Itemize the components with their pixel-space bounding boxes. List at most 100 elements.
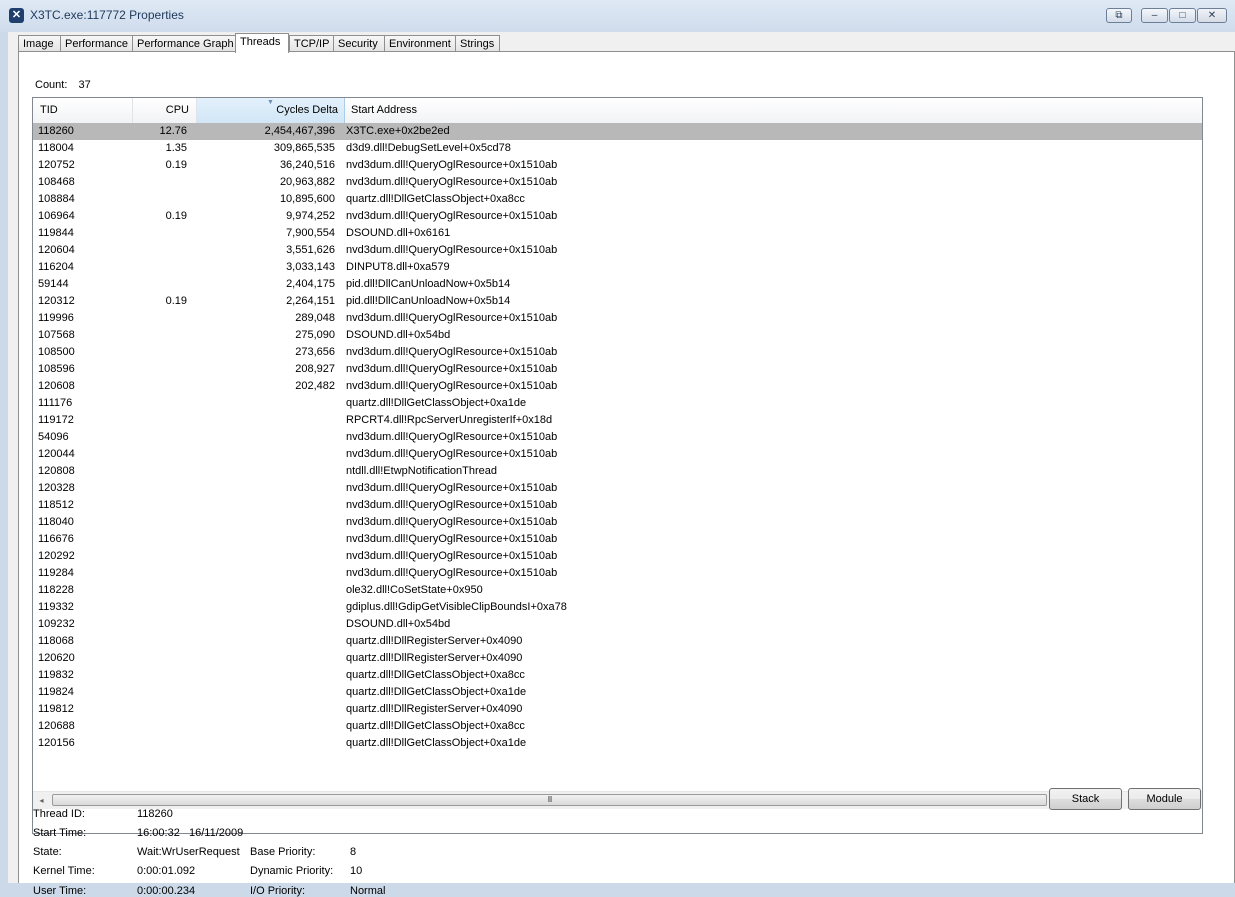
column-header-cpu[interactable]: CPU [133,98,197,123]
thread-tid-cell: 120156 [38,737,75,749]
table-row[interactable]: 54096 nvd3dum.dll!QueryOglResource+0x1510… [33,429,1202,446]
table-row[interactable]: 109232 DSOUND.dll+0x54bd [33,616,1202,633]
table-row[interactable]: 119172 RPCRT4.dll!RpcServerUnregisterIf+0… [33,412,1202,429]
table-row[interactable]: 106964 0.19 9,974,252 nvd3dum.dll!QueryOglR… [33,208,1202,225]
threads-list[interactable]: TID CPU ▼ Cycles Delta Start Address 118… [32,97,1203,834]
thread-tid-cell: 108468 [38,176,75,188]
tab-threads[interactable]: Threads [235,33,289,53]
thread-cycles-cell: 275,090 [295,329,335,341]
scroll-thumb[interactable]: III [52,794,1047,806]
tab-security[interactable]: Security [333,35,385,52]
thread-cycles-cell: 2,264,151 [286,295,335,307]
table-row[interactable]: 120752 0.19 36,240,516 nvd3dum.dll!QueryOgl… [33,157,1202,174]
table-row[interactable]: 107568 275,090 DSOUND.dll+0x54bd [33,327,1202,344]
table-row[interactable]: 118512 nvd3dum.dll!QueryOglResource+0x151… [33,497,1202,514]
maximize-button[interactable]: □ [1169,8,1196,23]
horizontal-scrollbar[interactable]: ◂ III ▸ [33,791,1202,809]
thread-address-cell: quartz.dll!DllGetClassObject+0xa8cc [346,193,525,205]
thread-address-cell: nvd3dum.dll!QueryOglResource+0x1510ab [346,448,558,460]
table-row[interactable]: 116204 3,033,143 DINPUT8.dll+0xa579 [33,259,1202,276]
table-row[interactable]: 108468 20,963,882 nvd3dum.dll!QueryOglReso… [33,174,1202,191]
thread-cycles-cell: 7,900,554 [286,227,335,239]
column-header-cycles-delta[interactable]: ▼ Cycles Delta [197,98,345,123]
table-row[interactable]: 108884 10,895,600 quartz.dll!DllGetClassOb… [33,191,1202,208]
scroll-left-arrow-icon[interactable]: ◂ [33,792,50,809]
table-row[interactable]: 120604 3,551,626 nvd3dum.dll!QueryOglResou… [33,242,1202,259]
table-row[interactable]: 119812 quartz.dll!DllRegisterServer+0x409… [33,701,1202,718]
tab-strings[interactable]: Strings [455,35,500,52]
column-header-start-address[interactable]: Start Address [345,98,1202,123]
thread-cycles-cell: 9,974,252 [286,210,335,222]
thread-cpu-cell: 0.19 [165,210,187,222]
table-row[interactable]: 111176 quartz.dll!DllGetClassObject+0xa1d… [33,395,1202,412]
table-row[interactable]: 119824 quartz.dll!DllGetClassObject+0xa1d… [33,684,1202,701]
thread-tid-cell: 118260 [38,125,74,137]
thread-address-cell: nvd3dum.dll!QueryOglResource+0x1510ab [346,176,558,188]
thread-address-cell: nvd3dum.dll!QueryOglResource+0x1510ab [346,567,558,579]
thread-tid-cell: 119824 [38,686,74,698]
table-row[interactable]: 118260 12.76 2,454,467,396 X3TC.exe+0x2be2e… [33,123,1202,140]
table-row[interactable]: 118040 nvd3dum.dll!QueryOglResource+0x151… [33,514,1202,531]
column-header-tid[interactable]: TID [33,98,133,123]
table-row[interactable]: 108596 208,927 nvd3dum.dll!QueryOglResourc… [33,361,1202,378]
thread-tid-cell: 59144 [38,278,69,290]
module-button[interactable]: Module [1128,788,1201,810]
thread-tid-cell: 108884 [38,193,75,205]
thread-address-cell: X3TC.exe+0x2be2ed [346,125,450,137]
tab-environment[interactable]: Environment [384,35,456,52]
table-row[interactable]: 118004 1.35 309,865,535 d3d9.dll!DebugSetLe… [33,140,1202,157]
thread-address-cell: nvd3dum.dll!QueryOglResource+0x1510ab [346,533,558,545]
thread-tid-cell: 119844 [38,227,74,239]
thread-tid-cell: 116676 [38,533,74,545]
table-row[interactable]: 118068 quartz.dll!DllRegisterServer+0x409… [33,633,1202,650]
table-row[interactable]: 118228 ole32.dll!CoSetState+0x950 [33,582,1202,599]
table-row[interactable]: 119832 quartz.dll!DllGetClassObject+0xa8c… [33,667,1202,684]
table-row[interactable]: 108500 273,656 nvd3dum.dll!QueryOglResourc… [33,344,1202,361]
table-row[interactable]: 119996 289,048 nvd3dum.dll!QueryOglResourc… [33,310,1202,327]
tab-tcpip[interactable]: TCP/IP [289,35,334,52]
thread-tid-cell: 120292 [38,550,75,562]
stack-button[interactable]: Stack [1049,788,1122,810]
kernel-time-value: 0:00:01.092 [137,865,196,877]
table-row[interactable]: 59144 2,404,175 pid.dll!DllCanUnloadNow+0x… [33,276,1202,293]
table-row[interactable]: 119284 nvd3dum.dll!QueryOglResource+0x151… [33,565,1202,582]
table-row[interactable]: 120156 quartz.dll!DllGetClassObject+0xa1d… [33,735,1202,752]
thread-tid-cell: 120688 [38,720,75,732]
table-row[interactable]: 119844 7,900,554 DSOUND.dll+0x6161 [33,225,1202,242]
io-priority-value: Normal [350,885,386,897]
sort-descending-icon: ▼ [267,99,274,106]
thread-tid-cell: 109232 [38,618,75,630]
count-value: 37 [78,79,91,91]
thread-cycles-cell: 3,551,626 [286,244,335,256]
thread-cpu-cell: 0.19 [165,159,187,171]
thread-tid-cell: 118040 [38,516,74,528]
tab-image[interactable]: Image [18,35,61,52]
minimize-button[interactable]: – [1141,8,1168,23]
thread-address-cell: pid.dll!DllCanUnloadNow+0x5b14 [346,278,511,290]
thread-address-cell: RPCRT4.dll!RpcServerUnregisterIf+0x18d [346,414,553,426]
table-row[interactable]: 120608 202,482 nvd3dum.dll!QueryOglResourc… [33,378,1202,395]
tab-performance[interactable]: Performance [60,35,133,52]
user-time-label: User Time: [33,885,87,897]
table-row[interactable]: 120620 quartz.dll!DllRegisterServer+0x409… [33,650,1202,667]
table-row[interactable]: 116676 nvd3dum.dll!QueryOglResource+0x151… [33,531,1202,548]
thread-address-cell: quartz.dll!DllGetClassObject+0xa1de [346,686,527,698]
table-row[interactable]: 120292 nvd3dum.dll!QueryOglResource+0x151… [33,548,1202,565]
table-row[interactable]: 120688 quartz.dll!DllGetClassObject+0xa8c… [33,718,1202,735]
tab-performance-graph[interactable]: Performance Graph [132,35,236,52]
table-row[interactable]: 119332 gdiplus.dll!GdipGetVisibleClipBoun… [33,599,1202,616]
thread-address-cell: nvd3dum.dll!QueryOglResource+0x1510ab [346,482,558,494]
thread-address-cell: nvd3dum.dll!QueryOglResource+0x1510ab [346,346,558,358]
table-row[interactable]: 120044 nvd3dum.dll!QueryOglResource+0x151… [33,446,1202,463]
thread-tid-cell: 119332 [38,601,74,613]
column-header-cycles-label: Cycles Delta [276,104,338,116]
thread-tid-cell: 108596 [38,363,75,375]
close-button[interactable]: ✕ [1197,8,1227,23]
restore-extra-button[interactable]: ⧉ [1106,8,1132,23]
thread-tid-cell: 120044 [38,448,75,460]
table-row[interactable]: 120312 0.19 2,264,151 pid.dll!DllCanUnloadN… [33,293,1202,310]
table-row[interactable]: 120808 ntdll.dll!EtwpNotificationThread [33,463,1202,480]
table-row[interactable]: 120328 nvd3dum.dll!QueryOglResource+0x151… [33,480,1202,497]
thread-tid-cell: 120328 [38,482,75,494]
thread-tid-cell: 120312 [38,295,75,307]
